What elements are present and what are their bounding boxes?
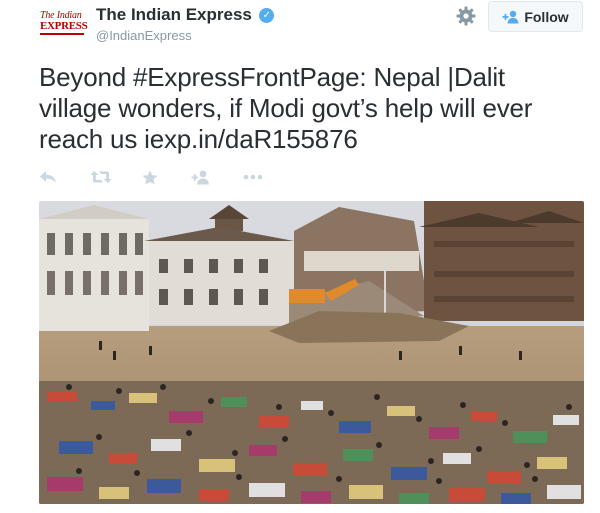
verified-badge-icon: ✓ [259,7,275,23]
display-name[interactable]: The Indian Express [96,5,252,25]
favorite-star-icon[interactable] [142,166,158,188]
tweet-actions [39,166,279,188]
follow-add-icon[interactable] [191,166,211,188]
follow-button[interactable]: Follow [488,1,583,32]
avatar-logo-rule [40,33,84,35]
person-add-icon [502,10,520,24]
tweet-header: The Indian EXPRESS The Indian Express ✓ … [0,0,600,58]
tweet-photo[interactable] [39,201,584,504]
user-handle[interactable]: @IndianExpress [96,28,274,43]
reply-icon[interactable] [39,166,57,188]
retweet-icon[interactable] [90,166,112,188]
more-ellipsis-icon[interactable] [243,166,263,188]
tweet-text: Beyond #ExpressFrontPage: Nepal |Dalit v… [39,62,584,155]
tweet-photo-illustration [39,201,584,504]
tweet-link[interactable]: iexp.in/daR155876 [144,124,358,154]
follow-button-label: Follow [524,8,569,25]
gear-icon[interactable] [455,5,477,27]
avatar[interactable]: The Indian EXPRESS [40,9,88,37]
avatar-logo-line2: EXPRESS [40,20,88,32]
user-name-block[interactable]: The Indian Express ✓ @IndianExpress [96,5,275,43]
